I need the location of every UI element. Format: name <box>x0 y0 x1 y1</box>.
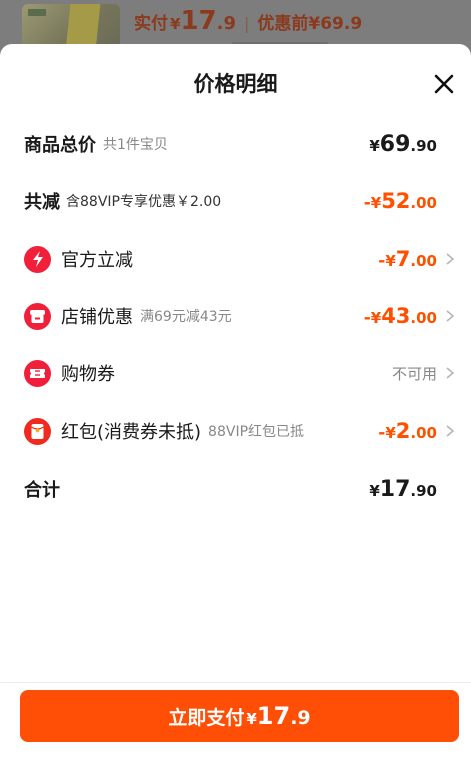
vip-discount-note: 含88VIP专享优惠￥2.00 <box>66 194 222 210</box>
chevron-right-icon <box>446 425 455 437</box>
store-discount-amount: - ¥ 43 .00 <box>364 304 457 328</box>
amount-int: 43 <box>381 304 411 328</box>
sum-amount: ¥ 17 .90 <box>369 477 437 502</box>
before-discount-price: 优惠前¥69.9 <box>257 14 363 34</box>
price-separator: | <box>244 14 250 33</box>
actual-pay-int: 17 <box>180 6 217 36</box>
currency-symbol: ¥ <box>246 710 257 728</box>
amount-int: 2 <box>395 419 411 443</box>
row-shopping-coupon[interactable]: 购物券 不可用 <box>0 353 471 393</box>
currency-symbol: ¥ <box>385 424 396 442</box>
reduction-amount: - ¥ 52 .00 <box>364 189 437 213</box>
minus-sign: - <box>363 193 371 213</box>
ticket-icon <box>24 359 51 387</box>
row-red-packet[interactable]: 红包(消费券未抵) 88VIP红包已抵 - ¥ 2 .00 <box>0 411 471 451</box>
amount-int: 7 <box>395 247 411 271</box>
item-count: 共1件宝贝 <box>103 137 168 153</box>
row-official-discount[interactable]: 官方立减 - ¥ 7 .00 <box>0 239 471 279</box>
amount-dec: .00 <box>410 252 437 270</box>
coupon-label: 购物券 <box>61 364 115 385</box>
currency-symbol: ¥ <box>369 136 380 155</box>
row-sum-total: 合计 ¥ 17 .90 <box>0 469 471 509</box>
store-icon <box>24 302 51 330</box>
actual-pay-label: 实付 <box>134 14 168 34</box>
background-price-summary: 实付 ¥ 17 .9 | 优惠前¥69.9 <box>134 6 362 36</box>
official-discount-label: 官方立减 <box>61 250 133 271</box>
reduction-label: 共减 <box>24 192 60 213</box>
actual-pay-dec: .9 <box>216 13 236 34</box>
lightning-icon <box>24 245 51 273</box>
amount-dec: .90 <box>410 481 437 500</box>
total-price-amount: ¥ 69 .90 <box>369 132 437 157</box>
currency-symbol: ¥ <box>370 194 382 212</box>
footer-divider <box>0 682 471 683</box>
total-price-label: 商品总价 <box>24 135 96 156</box>
coupon-status: 不可用 <box>392 363 457 384</box>
minus-sign: - <box>378 251 386 271</box>
pay-amount-dec: .9 <box>290 707 311 729</box>
row-total-price: 商品总价 共1件宝贝 ¥ 69 .90 <box>0 124 471 164</box>
pay-amount-int: 17 <box>256 702 291 730</box>
red-packet-amount: - ¥ 2 .00 <box>378 419 457 443</box>
currency-symbol: ¥ <box>370 309 382 327</box>
amount-int: 17 <box>379 476 411 502</box>
amount-int: 69 <box>379 131 411 157</box>
chevron-right-icon <box>446 367 455 379</box>
currency-symbol: ¥ <box>369 481 380 500</box>
close-icon[interactable] <box>430 70 458 98</box>
currency-symbol: ¥ <box>385 252 396 270</box>
amount-dec: .00 <box>410 309 437 327</box>
amount-dec: .90 <box>410 136 437 155</box>
red-packet-label: 红包(消费券未抵) <box>61 422 202 443</box>
row-total-reduction: 共减 含88VIP专享优惠￥2.00 - ¥ 52 .00 <box>0 181 471 221</box>
pay-now-button[interactable]: 立即支付 ¥ 17 .9 <box>20 690 459 742</box>
official-discount-amount: - ¥ 7 .00 <box>378 247 457 271</box>
amount-dec: .00 <box>410 424 437 442</box>
coupon-unavailable-text: 不可用 <box>391 364 437 383</box>
row-store-discount[interactable]: 店铺优惠 满69元减43元 - ¥ 43 .00 <box>0 296 471 336</box>
store-discount-rule: 满69元减43元 <box>140 309 232 325</box>
minus-sign: - <box>378 423 386 443</box>
store-discount-label: 店铺优惠 <box>61 307 133 328</box>
amount-int: 52 <box>381 189 411 213</box>
sum-label: 合计 <box>24 480 60 501</box>
sheet-title: 价格明细 <box>193 72 278 96</box>
price-detail-sheet: 价格明细 商品总价 共1件宝贝 ¥ 69 .90 共减 含88VIP专享优惠￥2… <box>0 44 471 759</box>
minus-sign: - <box>363 308 371 328</box>
currency-symbol: ¥ <box>170 15 181 33</box>
pay-now-label: 立即支付 <box>168 707 245 729</box>
chevron-right-icon <box>446 253 455 265</box>
amount-dec: .00 <box>410 194 437 212</box>
red-packet-note: 88VIP红包已抵 <box>208 424 305 440</box>
chevron-right-icon <box>446 310 455 322</box>
red-envelope-icon <box>24 417 51 445</box>
